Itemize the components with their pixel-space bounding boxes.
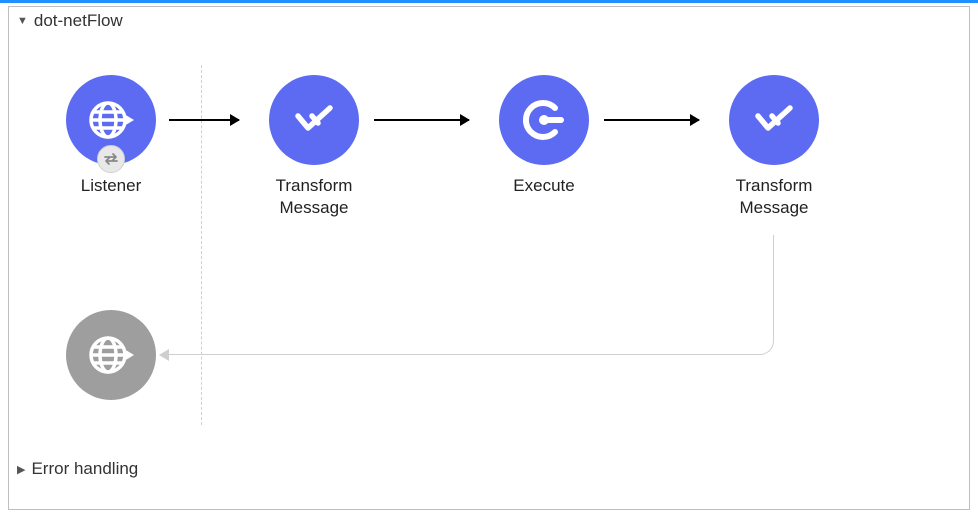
return-path bbox=[169, 235, 774, 355]
flow-panel: ▼ dot-netFlow bbox=[8, 6, 970, 510]
flow-title: dot-netFlow bbox=[34, 11, 123, 31]
flow-node-transform-2[interactable]: Transform Message bbox=[714, 75, 834, 219]
flow-arrow bbox=[374, 119, 469, 121]
transform-circle bbox=[729, 75, 819, 165]
execute-icon bbox=[519, 95, 569, 145]
flow-node-response[interactable] bbox=[51, 310, 171, 400]
globe-arrow-icon bbox=[86, 95, 136, 145]
collapse-icon: ▼ bbox=[17, 15, 28, 27]
flow-canvas[interactable]: Listener Transform Message bbox=[9, 35, 969, 455]
globe-arrow-icon bbox=[86, 330, 136, 380]
response-circle bbox=[66, 310, 156, 400]
node-label: Transform Message bbox=[736, 175, 813, 219]
expand-icon: ▶ bbox=[17, 463, 25, 476]
listener-circle bbox=[66, 75, 156, 165]
flow-node-execute[interactable]: Execute bbox=[484, 75, 604, 197]
window-top-border bbox=[0, 0, 978, 3]
transform-circle bbox=[269, 75, 359, 165]
flow-arrow bbox=[169, 119, 239, 121]
node-label: Listener bbox=[81, 175, 141, 197]
error-handling-header[interactable]: ▶ Error handling bbox=[9, 455, 969, 483]
node-label: Transform Message bbox=[276, 175, 353, 219]
transform-icon bbox=[288, 94, 340, 146]
execute-circle bbox=[499, 75, 589, 165]
flow-node-listener[interactable]: Listener bbox=[51, 75, 171, 197]
transform-icon bbox=[748, 94, 800, 146]
listener-badge bbox=[97, 145, 125, 173]
error-handling-title: Error handling bbox=[31, 459, 138, 479]
flow-arrow bbox=[604, 119, 699, 121]
flow-header[interactable]: ▼ dot-netFlow bbox=[9, 7, 969, 35]
exchange-icon bbox=[102, 150, 120, 168]
flow-node-transform-1[interactable]: Transform Message bbox=[254, 75, 374, 219]
node-label: Execute bbox=[513, 175, 574, 197]
